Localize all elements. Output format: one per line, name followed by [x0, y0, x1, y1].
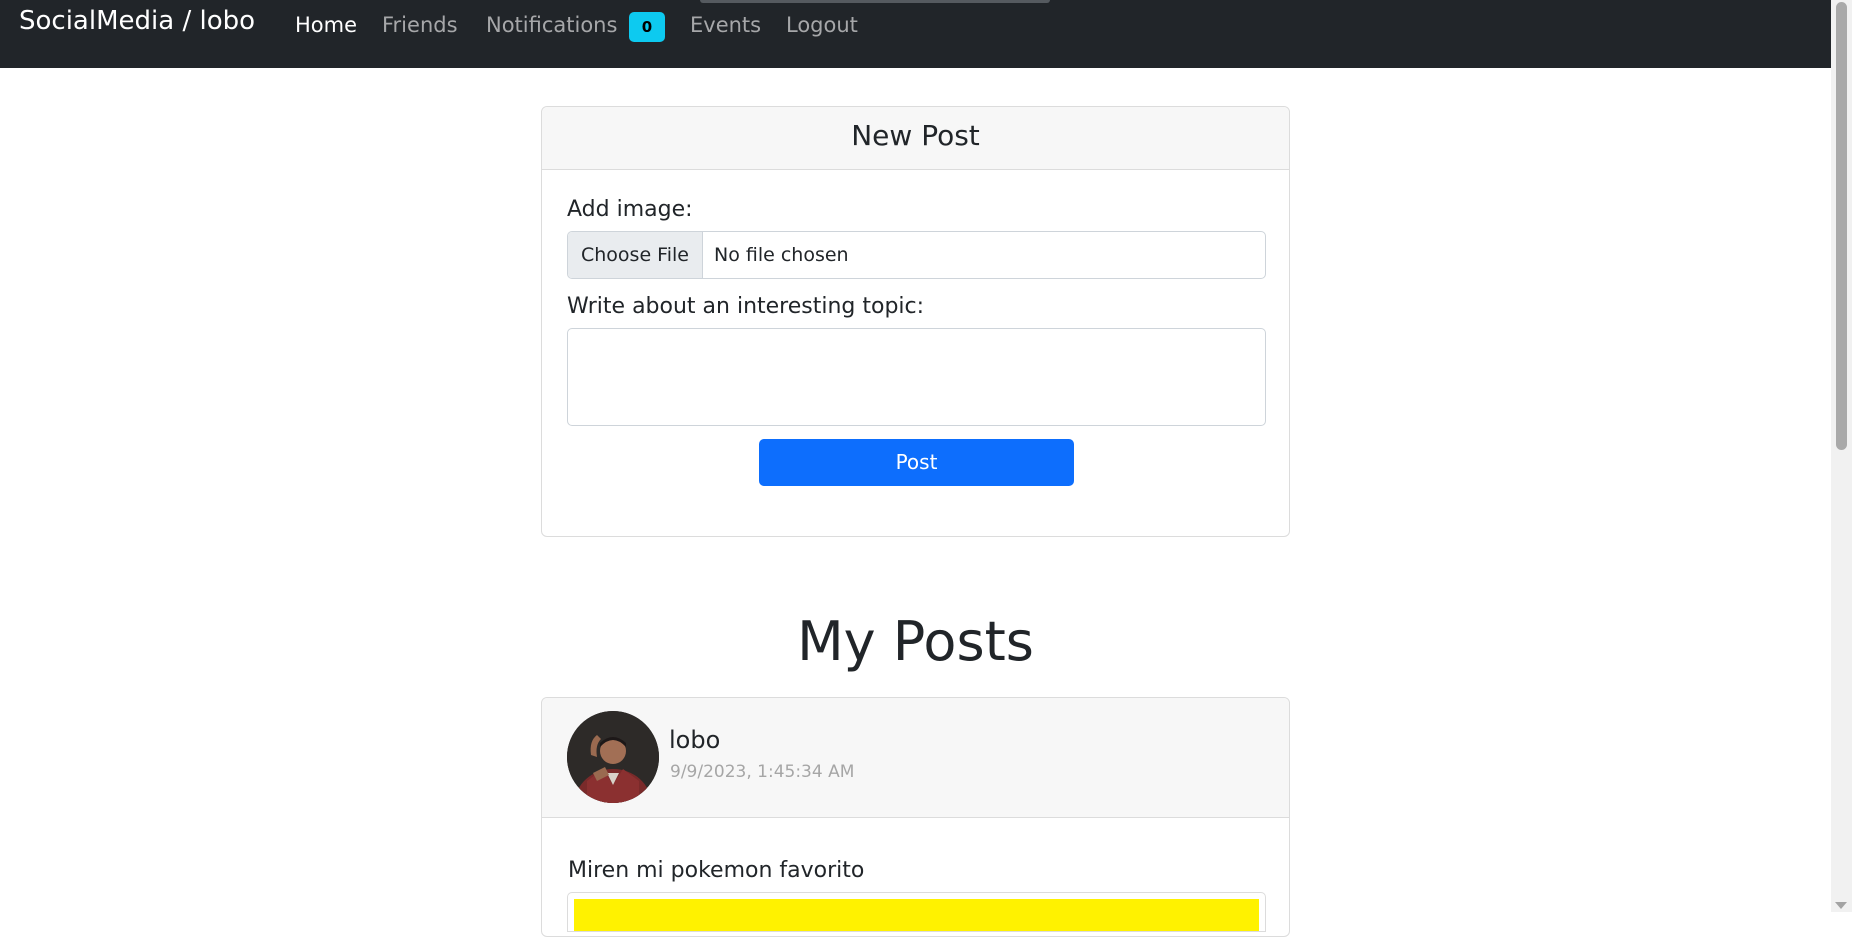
user-avatar-photo[interactable]: [567, 711, 659, 803]
top-navbar: SocialMedia / lobo Home Friends Notifica…: [0, 0, 1831, 68]
scroll-down-arrow-icon[interactable]: [1835, 902, 1847, 909]
post-timestamp: 9/9/2023, 1:45:34 AM: [670, 762, 855, 782]
post-image: [574, 899, 1259, 931]
new-post-title: New Post: [851, 119, 980, 152]
image-file-input[interactable]: Choose File No file chosen: [567, 231, 1266, 279]
file-status-text: No file chosen: [714, 244, 849, 266]
post-header: lobo 9/9/2023, 1:45:34 AM: [542, 698, 1289, 818]
post-card: lobo 9/9/2023, 1:45:34 AM Miren mi pokem…: [541, 697, 1290, 937]
my-posts-heading: My Posts: [797, 610, 1034, 673]
nav-home[interactable]: Home: [295, 13, 357, 37]
notification-count-badge: 0: [629, 12, 665, 42]
page-scrollbar[interactable]: [1831, 0, 1852, 912]
scrollbar-thumb[interactable]: [1836, 2, 1847, 450]
topic-label: Write about an interesting topic:: [567, 294, 925, 319]
new-post-card: New Post Add image: Choose File No file …: [541, 106, 1290, 537]
post-image-frame: [567, 892, 1266, 932]
post-author[interactable]: lobo: [669, 726, 720, 754]
nav-friends[interactable]: Friends: [382, 13, 458, 37]
choose-file-button[interactable]: Choose File: [568, 232, 703, 278]
nav-logout[interactable]: Logout: [786, 13, 858, 37]
post-text: Miren mi pokemon favorito: [568, 858, 865, 883]
nav-events[interactable]: Events: [690, 13, 761, 37]
avatar-image: [567, 711, 659, 803]
new-post-header: New Post: [542, 107, 1289, 170]
nav-notifications[interactable]: Notifications: [486, 13, 617, 37]
brand-title[interactable]: SocialMedia / lobo: [19, 6, 255, 36]
add-image-label: Add image:: [567, 197, 693, 222]
topic-textarea[interactable]: [567, 328, 1266, 426]
post-button[interactable]: Post: [759, 439, 1074, 486]
tooltip-edge: [700, 0, 1050, 3]
